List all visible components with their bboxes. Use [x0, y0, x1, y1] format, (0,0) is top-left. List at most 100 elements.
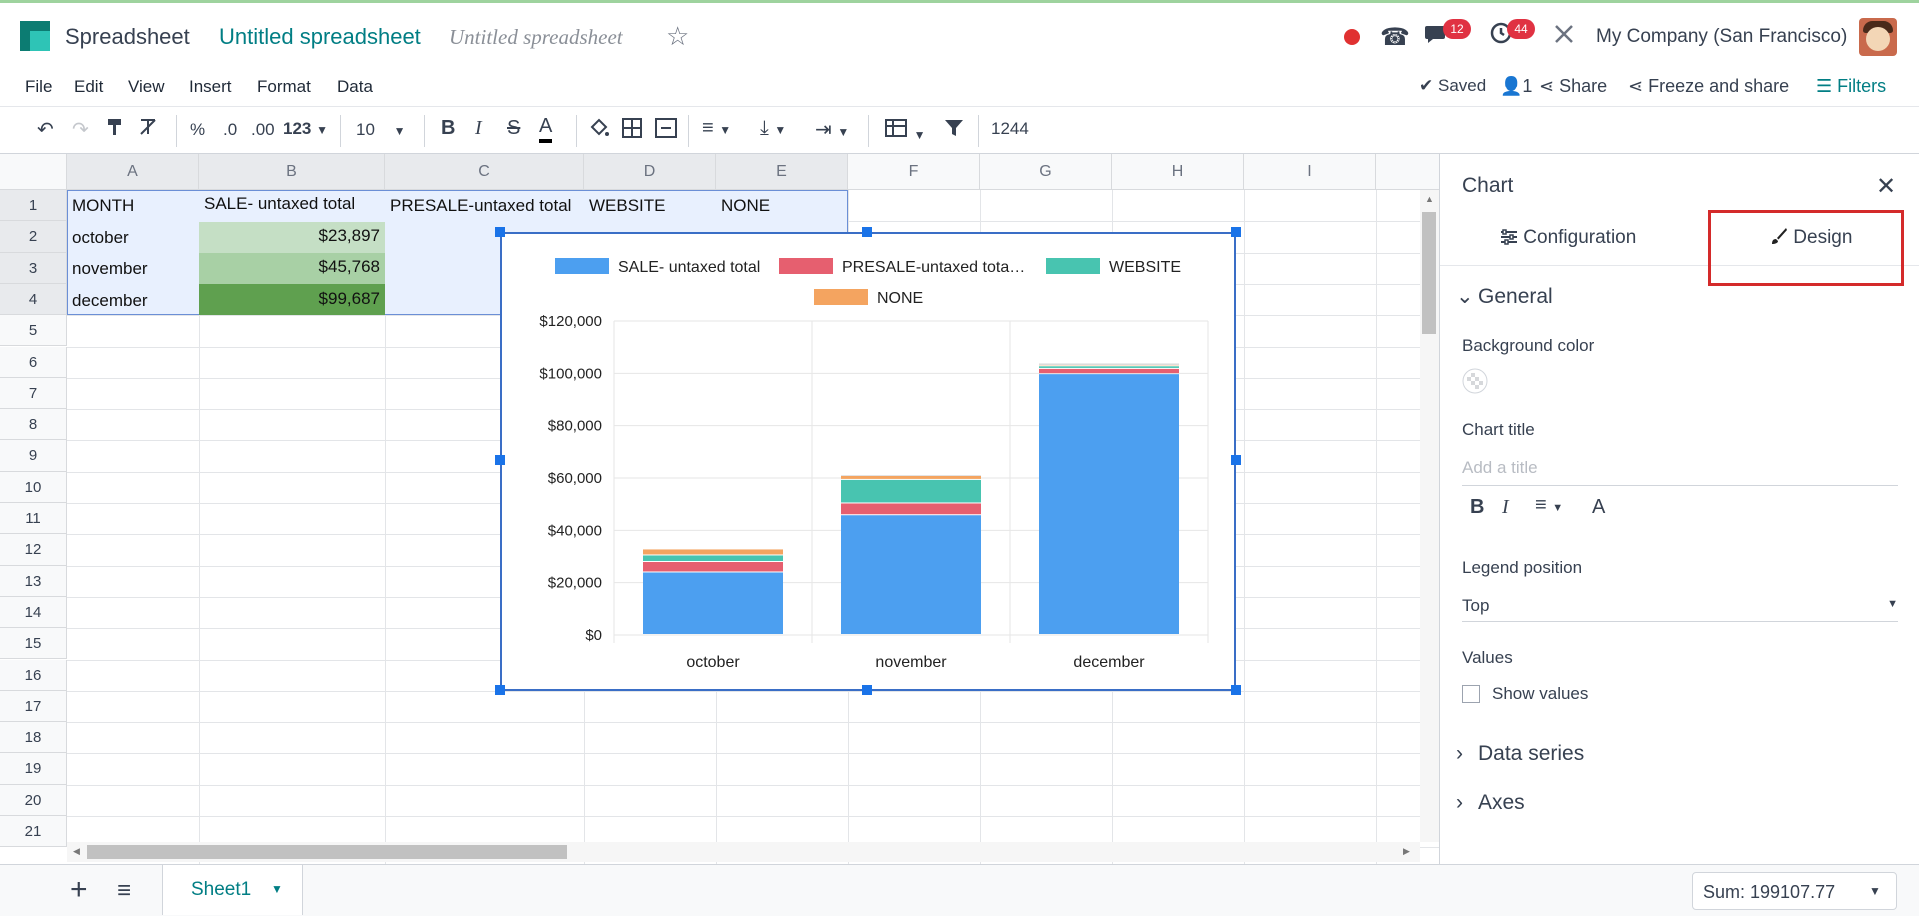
- vertical-align-dropdown[interactable]: ⤓ ▼: [760, 117, 786, 140]
- column-header-d[interactable]: D: [584, 154, 716, 190]
- row-header-11[interactable]: 11: [0, 503, 67, 535]
- share-button[interactable]: ⋖ Share: [1539, 76, 1607, 97]
- horizontal-scroll-thumb[interactable]: [87, 845, 567, 859]
- paint-format-icon[interactable]: [105, 117, 125, 143]
- recording-dot-icon[interactable]: [1344, 29, 1360, 45]
- menu-view[interactable]: View: [128, 77, 165, 97]
- font-size-dropdown[interactable]: 10 ▼: [356, 120, 406, 140]
- color-picker-icon[interactable]: [1462, 368, 1488, 397]
- text-color-button[interactable]: A: [539, 113, 553, 143]
- show-values-label[interactable]: Show values: [1492, 684, 1588, 704]
- sheet-tab[interactable]: Sheet1 ▼: [162, 865, 303, 915]
- column-header-g[interactable]: G: [980, 154, 1112, 190]
- column-header-j[interactable]: [1376, 154, 1440, 190]
- row-header-14[interactable]: 14: [0, 596, 67, 629]
- borders-icon[interactable]: [621, 117, 643, 145]
- column-header-c[interactable]: C: [385, 154, 584, 190]
- row-header-9[interactable]: 9: [0, 440, 67, 472]
- increase-decimal-button[interactable]: .00: [251, 120, 275, 140]
- section-general[interactable]: ⌄ General: [1456, 284, 1553, 309]
- filters-button[interactable]: ☰ Filters: [1816, 76, 1886, 97]
- title-italic-button[interactable]: I: [1502, 496, 1509, 519]
- company-switcher[interactable]: My Company (San Francisco): [1596, 26, 1847, 48]
- document-title[interactable]: Untitled spreadsheet: [219, 24, 421, 50]
- row-header-3[interactable]: 3: [0, 252, 67, 284]
- resize-handle-left[interactable]: [495, 455, 505, 465]
- row-header-12[interactable]: 12: [0, 534, 67, 566]
- user-avatar[interactable]: [1859, 18, 1897, 56]
- horizontal-align-dropdown[interactable]: ≡ ▼: [702, 117, 731, 140]
- cell-b1[interactable]: SALE- untaxed total: [199, 194, 385, 214]
- row-header-4[interactable]: 4: [0, 283, 67, 316]
- row-header-8[interactable]: 8: [0, 409, 67, 441]
- row-header-1[interactable]: 1: [0, 190, 67, 222]
- cell-e1[interactable]: NONE: [716, 196, 848, 216]
- filter-icon[interactable]: [943, 117, 965, 145]
- cell-a1[interactable]: MONTH: [67, 196, 199, 216]
- section-data-series[interactable]: › Data series: [1456, 742, 1584, 766]
- cell-c1[interactable]: PRESALE-untaxed total: [385, 196, 584, 216]
- row-header-15[interactable]: 15: [0, 628, 67, 660]
- collaborators-count[interactable]: 👤1: [1500, 76, 1532, 97]
- corner-header[interactable]: [0, 154, 67, 190]
- scroll-right-icon[interactable]: ▶: [1403, 846, 1410, 857]
- phone-icon[interactable]: ☎: [1380, 23, 1410, 52]
- column-header-e[interactable]: E: [716, 154, 848, 190]
- show-values-checkbox[interactable]: [1462, 685, 1480, 703]
- cell-b2[interactable]: $23,897: [199, 226, 385, 246]
- row-header-2[interactable]: 2: [0, 221, 67, 253]
- chart-figure[interactable]: $0 $20,000 $40,000 $60,000 $80,000 $100,000 $1…: [500, 232, 1236, 691]
- merge-cells-icon[interactable]: [654, 117, 678, 145]
- tab-configuration[interactable]: Configuration: [1500, 210, 1690, 266]
- menu-insert[interactable]: Insert: [189, 77, 232, 97]
- caret-down-icon[interactable]: ▼: [271, 882, 283, 896]
- spreadsheet-logo-icon[interactable]: [20, 21, 50, 51]
- menu-format[interactable]: Format: [257, 77, 311, 97]
- row-header-21[interactable]: 21: [0, 816, 67, 848]
- legend-position-select[interactable]: Top ▼: [1462, 592, 1898, 622]
- row-header-13[interactable]: 13: [0, 565, 67, 597]
- cell-b4[interactable]: $99,687: [199, 289, 385, 309]
- favorite-star-icon[interactable]: ☆: [666, 21, 689, 52]
- column-header-i[interactable]: I: [1244, 154, 1376, 190]
- menu-data[interactable]: Data: [337, 77, 373, 97]
- cell-a2[interactable]: october: [67, 228, 199, 248]
- number-format-dropdown[interactable]: 123 ▼: [283, 119, 328, 139]
- sheet-list-icon[interactable]: ≡: [117, 877, 131, 905]
- title-color-button[interactable]: A: [1592, 496, 1605, 519]
- cell-b3[interactable]: $45,768: [199, 257, 385, 277]
- row-header-6[interactable]: 6: [0, 346, 67, 378]
- cell-a3[interactable]: november: [67, 259, 199, 279]
- wrapping-dropdown[interactable]: ⇥ ▼: [815, 117, 849, 142]
- resize-handle-right[interactable]: [1231, 455, 1241, 465]
- section-axes[interactable]: › Axes: [1456, 791, 1525, 815]
- horizontal-scrollbar[interactable]: ◀ ▶: [67, 842, 1420, 862]
- column-header-b[interactable]: B: [199, 154, 385, 190]
- scroll-up-icon[interactable]: ▲: [1425, 194, 1434, 204]
- menu-edit[interactable]: Edit: [74, 77, 103, 97]
- column-header-f[interactable]: F: [848, 154, 980, 190]
- row-header-7[interactable]: 7: [0, 377, 67, 410]
- row-header-16[interactable]: 16: [0, 659, 67, 691]
- resize-handle-top-right[interactable]: [1231, 227, 1241, 237]
- freeze-and-share-button[interactable]: ⋖ Freeze and share: [1628, 76, 1789, 97]
- row-header-5[interactable]: 5: [0, 315, 67, 347]
- row-header-19[interactable]: 19: [0, 753, 67, 785]
- column-header-a[interactable]: A: [67, 154, 199, 190]
- resize-handle-bottom-left[interactable]: [495, 685, 505, 695]
- cell-a4[interactable]: december: [67, 291, 199, 311]
- insert-chart-dropdown[interactable]: ▼: [884, 117, 925, 145]
- resize-handle-bottom-right[interactable]: [1231, 685, 1241, 695]
- fill-color-icon[interactable]: [588, 117, 610, 145]
- vertical-scrollbar[interactable]: ▲: [1420, 190, 1440, 842]
- bold-button[interactable]: B: [441, 117, 455, 140]
- app-name[interactable]: Spreadsheet: [65, 24, 190, 50]
- row-header-18[interactable]: 18: [0, 722, 67, 754]
- chart-title-input[interactable]: Add a title: [1462, 458, 1898, 486]
- title-align-dropdown[interactable]: ≡ ▼: [1535, 494, 1563, 517]
- row-header-20[interactable]: 20: [0, 784, 67, 816]
- redo-icon[interactable]: ↷: [72, 117, 89, 142]
- document-title-input[interactable]: Untitled spreadsheet: [449, 25, 623, 50]
- clear-format-icon[interactable]: [138, 117, 158, 143]
- formula-bar[interactable]: 1244: [991, 119, 1029, 139]
